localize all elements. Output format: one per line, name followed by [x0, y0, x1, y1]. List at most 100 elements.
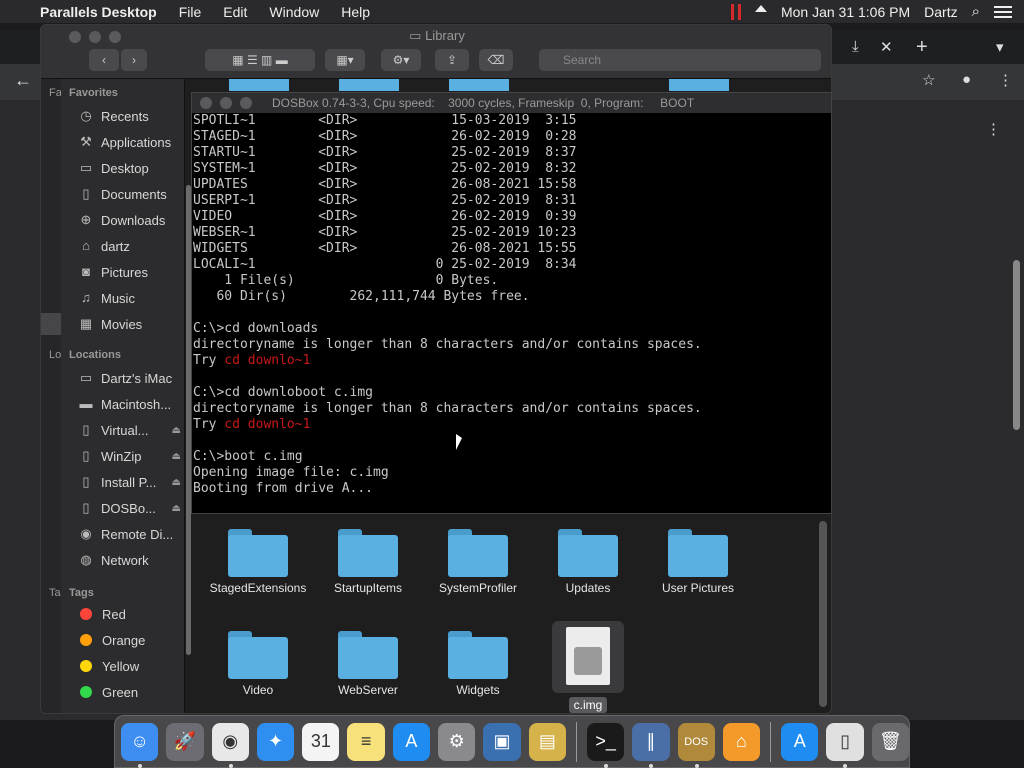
menu-file[interactable]: File — [179, 4, 202, 20]
dosbox-title: DOSBox 0.74-3-3, Cpu speed: 3000 cycles,… — [272, 96, 695, 110]
menu-help[interactable]: Help — [341, 4, 370, 20]
terminal-icon[interactable]: >_ — [586, 722, 625, 768]
app-store-icon[interactable]: A — [392, 722, 431, 761]
dosbox-titlebar[interactable]: DOSBox 0.74-3-3, Cpu speed: 3000 cycles,… — [192, 93, 831, 113]
finder-title: ▭ Library — [409, 28, 465, 43]
share-button[interactable]: ⇪ — [435, 49, 469, 71]
dosbox-icon[interactable]: DOS — [677, 722, 715, 768]
profile-icon[interactable]: ● — [962, 71, 971, 88]
parallels-icon[interactable]: ∥ — [632, 722, 670, 768]
sidebar-item-dartz[interactable]: ⌂ dartz — [77, 235, 185, 257]
sidebar-item-music[interactable]: ♫ Music — [77, 287, 185, 309]
disk-icon: ▯ — [82, 422, 90, 437]
eject-icon[interactable]: ⏏ — [172, 425, 181, 436]
folder-startup-items[interactable]: StartupItems — [313, 529, 423, 595]
sidebar-item-recents[interactable]: ◷ Recents — [77, 105, 185, 127]
calendar-icon[interactable]: 31 — [302, 722, 340, 761]
menu-user[interactable]: Dartz — [924, 4, 957, 20]
console-text: C:\>boot c.img — [193, 449, 303, 464]
search-field[interactable]: Search — [539, 49, 821, 71]
sidebar-tag-orange[interactable]: Orange — [77, 629, 185, 651]
sidebar-item-winzip[interactable]: ▯ WinZip ⏏ — [77, 445, 185, 467]
archive-utility-icon[interactable]: ▤ — [528, 722, 566, 761]
sidebar-item-downloads[interactable]: ⊕ Downloads — [77, 209, 185, 231]
trash-icon[interactable]: 🗑 — [871, 722, 910, 761]
action-gear-button[interactable]: ⚙▾ — [381, 49, 421, 71]
chrome-menu-icon[interactable]: ⋮ — [998, 71, 1013, 89]
close-button[interactable] — [200, 97, 212, 109]
eject-icon[interactable] — [754, 5, 767, 12]
disk-icon: ▯ — [82, 500, 90, 515]
safari-icon[interactable]: ✦ — [256, 722, 295, 761]
console-text: VIDEO <DIR> 26-02-2019 0:39 — [193, 209, 577, 224]
menu-window[interactable]: Window — [269, 4, 319, 20]
sidebar-item-macintosh-hd[interactable]: ▬ Macintosh... — [77, 393, 185, 415]
sidebar-item-imac[interactable]: ▭ Dartz's iMac — [77, 367, 185, 389]
control-center-icon[interactable] — [994, 5, 1012, 18]
chrome-icon[interactable]: ◉ — [211, 722, 249, 768]
tab-search-icon[interactable]: ▾ — [996, 38, 1004, 56]
back-arrow-icon[interactable]: ← — [14, 70, 32, 91]
folder-staged-extensions[interactable]: StagedExtensions — [203, 529, 313, 595]
tag-button[interactable]: ⌫ — [479, 49, 513, 71]
eject-icon[interactable]: ⏏ — [172, 477, 181, 488]
dock-glyph: ☺ — [130, 731, 149, 751]
sidebar-item-network[interactable]: ◍ Network — [77, 549, 185, 571]
home-app-icon[interactable]: ⌂ — [722, 722, 761, 761]
image-file-icon[interactable]: ▯ — [826, 722, 864, 768]
sidebar-item-pictures[interactable]: ◙ Pictures — [77, 261, 185, 283]
sidebar-tag-yellow[interactable]: Yellow — [77, 655, 185, 677]
sidebar-item-install[interactable]: ▯ Install P... ⏏ — [77, 471, 185, 493]
sidebar-item-documents[interactable]: ▯ Documents — [77, 183, 185, 205]
parallels-status-icon[interactable] — [730, 3, 741, 20]
grid-scrollbar[interactable] — [819, 521, 827, 707]
menu-clock[interactable]: Mon Jan 31 1:06 PM — [781, 4, 910, 20]
eject-icon[interactable]: ⏏ — [172, 451, 181, 462]
system-preferences-icon[interactable]: ⚙ — [438, 722, 476, 761]
sidebar-item-movies[interactable]: ▦ Movies — [77, 313, 185, 335]
group-button[interactable]: ▦▾ — [325, 49, 365, 71]
sidebar-item-applications[interactable]: ⚒ Applications — [77, 131, 185, 153]
folder-icon — [228, 529, 288, 577]
sidebar-item-dosbox[interactable]: ▯ DOSBo... ⏏ — [77, 497, 185, 519]
console-line: STARTU~1 <DIR> 25-02-2019 8:37 — [193, 145, 831, 161]
folder-user-pictures[interactable]: User Pictures — [643, 529, 753, 595]
notes-icon[interactable]: ≡ — [347, 722, 385, 761]
page-more-icon[interactable]: ⋮ — [986, 120, 1001, 138]
finder-icon[interactable]: ☺ — [121, 722, 159, 768]
dos-console[interactable]: SPOTLI~1 <DIR> 15-03-2019 3:15 STAGED~1 <… — [192, 113, 831, 515]
console-text: WEBSER~1 <DIR> 25-02-2019 10:23 — [193, 225, 577, 240]
bookmark-star-icon[interactable]: ☆ — [922, 71, 935, 89]
dosbox-window[interactable]: DOSBox 0.74-3-3, Cpu speed: 3000 cycles,… — [191, 92, 832, 515]
folder-webserver[interactable]: WebServer — [313, 631, 423, 697]
sidebar-item-virtual[interactable]: ▯ Virtual... ⏏ — [77, 419, 185, 441]
download-icon[interactable]: ⤓ — [852, 38, 859, 55]
console-line: Booting from drive A... — [193, 481, 831, 497]
folder-video[interactable]: Video — [203, 631, 313, 697]
virtualbox-icon[interactable]: ▣ — [483, 722, 521, 761]
minimize-button[interactable] — [220, 97, 232, 109]
console-line: Opening image file: c.img — [193, 465, 831, 481]
file-c-img[interactable]: c.img — [533, 621, 643, 713]
folder-updates[interactable]: Updates — [533, 529, 643, 595]
back-button[interactable]: ‹ — [89, 49, 119, 71]
selected-file-label: c.img — [568, 697, 608, 713]
sidebar-tag-green[interactable]: Green — [77, 681, 185, 703]
spotlight-search-icon[interactable]: ⌕ — [972, 3, 980, 20]
launchpad-icon[interactable]: 🚀 — [166, 722, 204, 761]
eject-icon[interactable]: ⏏ — [172, 503, 181, 514]
sidebar-item-desktop[interactable]: ▭ Desktop — [77, 157, 185, 179]
close-tab-icon[interactable]: ✕ — [880, 38, 893, 56]
folder-system-profiler[interactable]: SystemProfiler — [423, 529, 533, 595]
sidebar-item-remote-disc[interactable]: ◉ Remote Di... — [77, 523, 185, 545]
new-tab-icon[interactable]: + — [916, 36, 928, 59]
sidebar-tag-red[interactable]: Red — [77, 603, 185, 625]
zoom-button[interactable] — [240, 97, 252, 109]
folder-widgets[interactable]: Widgets — [423, 631, 533, 697]
view-mode-switcher[interactable]: ▦ ☰ ▥ ▬ — [205, 49, 315, 71]
downloads-stack-icon[interactable]: A — [781, 722, 819, 761]
menu-app-name[interactable]: Parallels Desktop — [40, 4, 157, 20]
forward-button[interactable]: › — [121, 49, 147, 71]
menu-edit[interactable]: Edit — [223, 4, 247, 20]
chrome-scrollbar[interactable] — [1013, 260, 1020, 430]
